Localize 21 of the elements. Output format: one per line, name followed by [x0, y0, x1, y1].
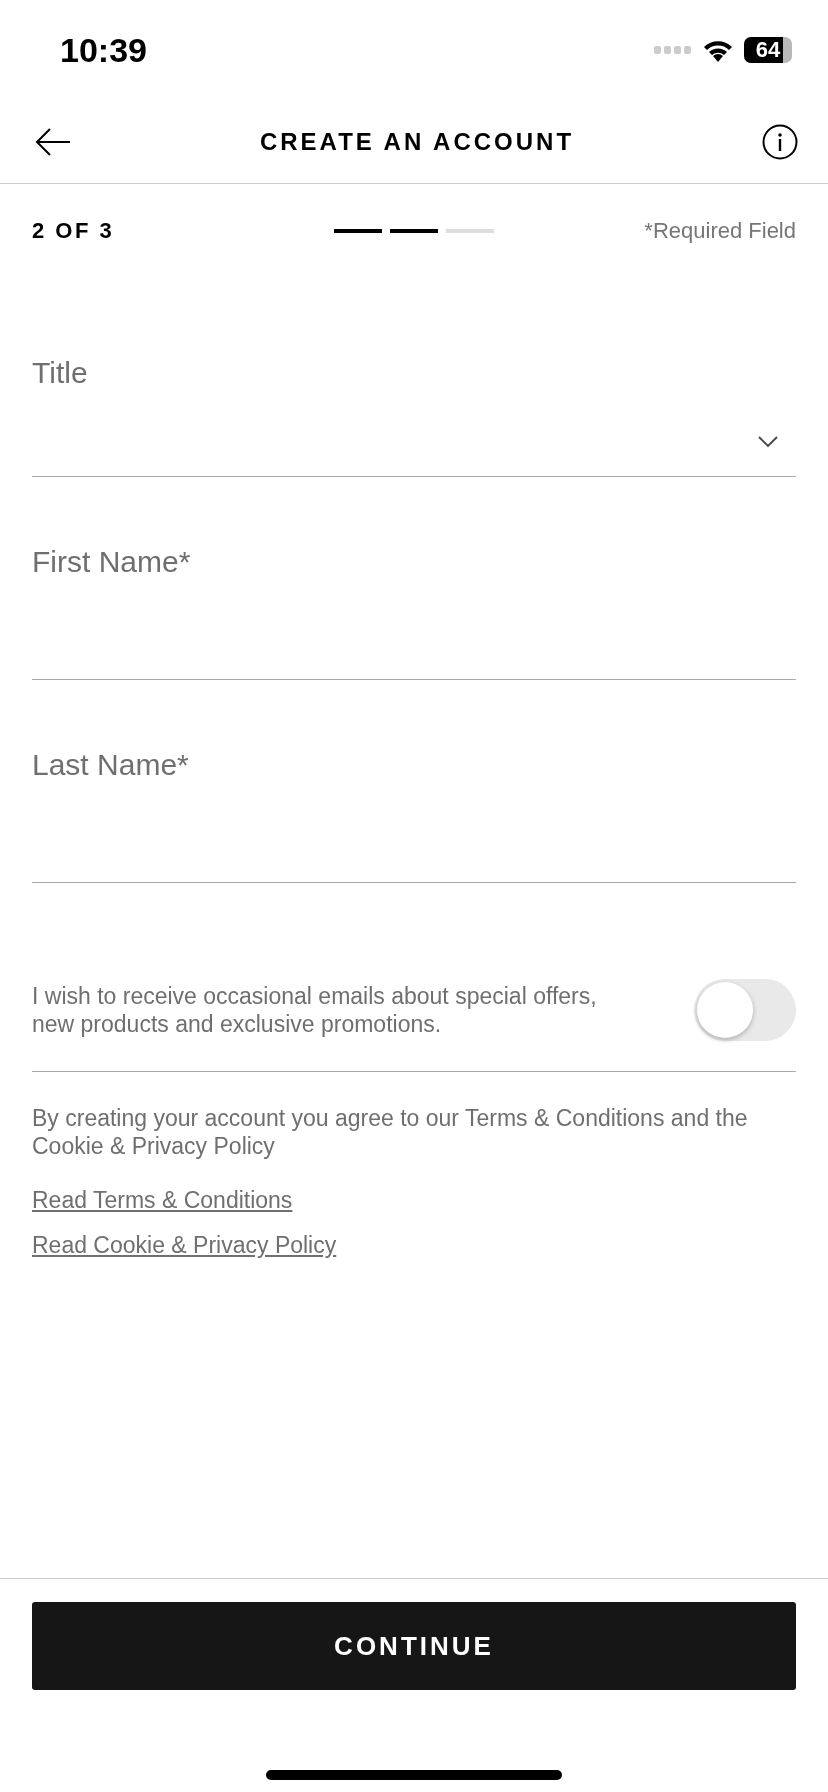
wifi-icon — [702, 38, 734, 62]
back-button[interactable] — [34, 126, 72, 157]
consent-text: By creating your account you agree to our Terms & Conditions and the Cookie & Privacy Policy — [32, 1104, 749, 1160]
page-title: CREATE AN ACCOUNT — [259, 127, 575, 156]
back-arrow-icon — [34, 126, 72, 157]
battery-icon: 64 — [744, 37, 792, 63]
newsletter-text: I wish to receive occasional emails about special offers, new products and exclusive promotions. — [32, 982, 598, 1038]
info-icon — [762, 123, 798, 160]
text-field[interactable]: Last Name* — [32, 748, 796, 782]
info-button[interactable] — [762, 123, 798, 160]
chevron-down-icon — [758, 436, 778, 448]
newsletter-toggle[interactable] — [694, 979, 796, 1041]
title-dropdown[interactable]: Title — [32, 356, 796, 390]
continue-button[interactable]: CONTINUE — [32, 1602, 796, 1690]
clock-time: 10:39 — [60, 30, 147, 70]
step-counter: 2 OF 3 — [32, 218, 116, 244]
text-field[interactable]: First Name* — [32, 545, 796, 579]
policy-link[interactable]: Read Cookie & Privacy Policy — [32, 1231, 337, 1259]
signal-icon — [654, 45, 692, 55]
policy-link[interactable]: Read Terms & Conditions — [32, 1186, 293, 1214]
required-note: *Required Field — [643, 218, 796, 244]
